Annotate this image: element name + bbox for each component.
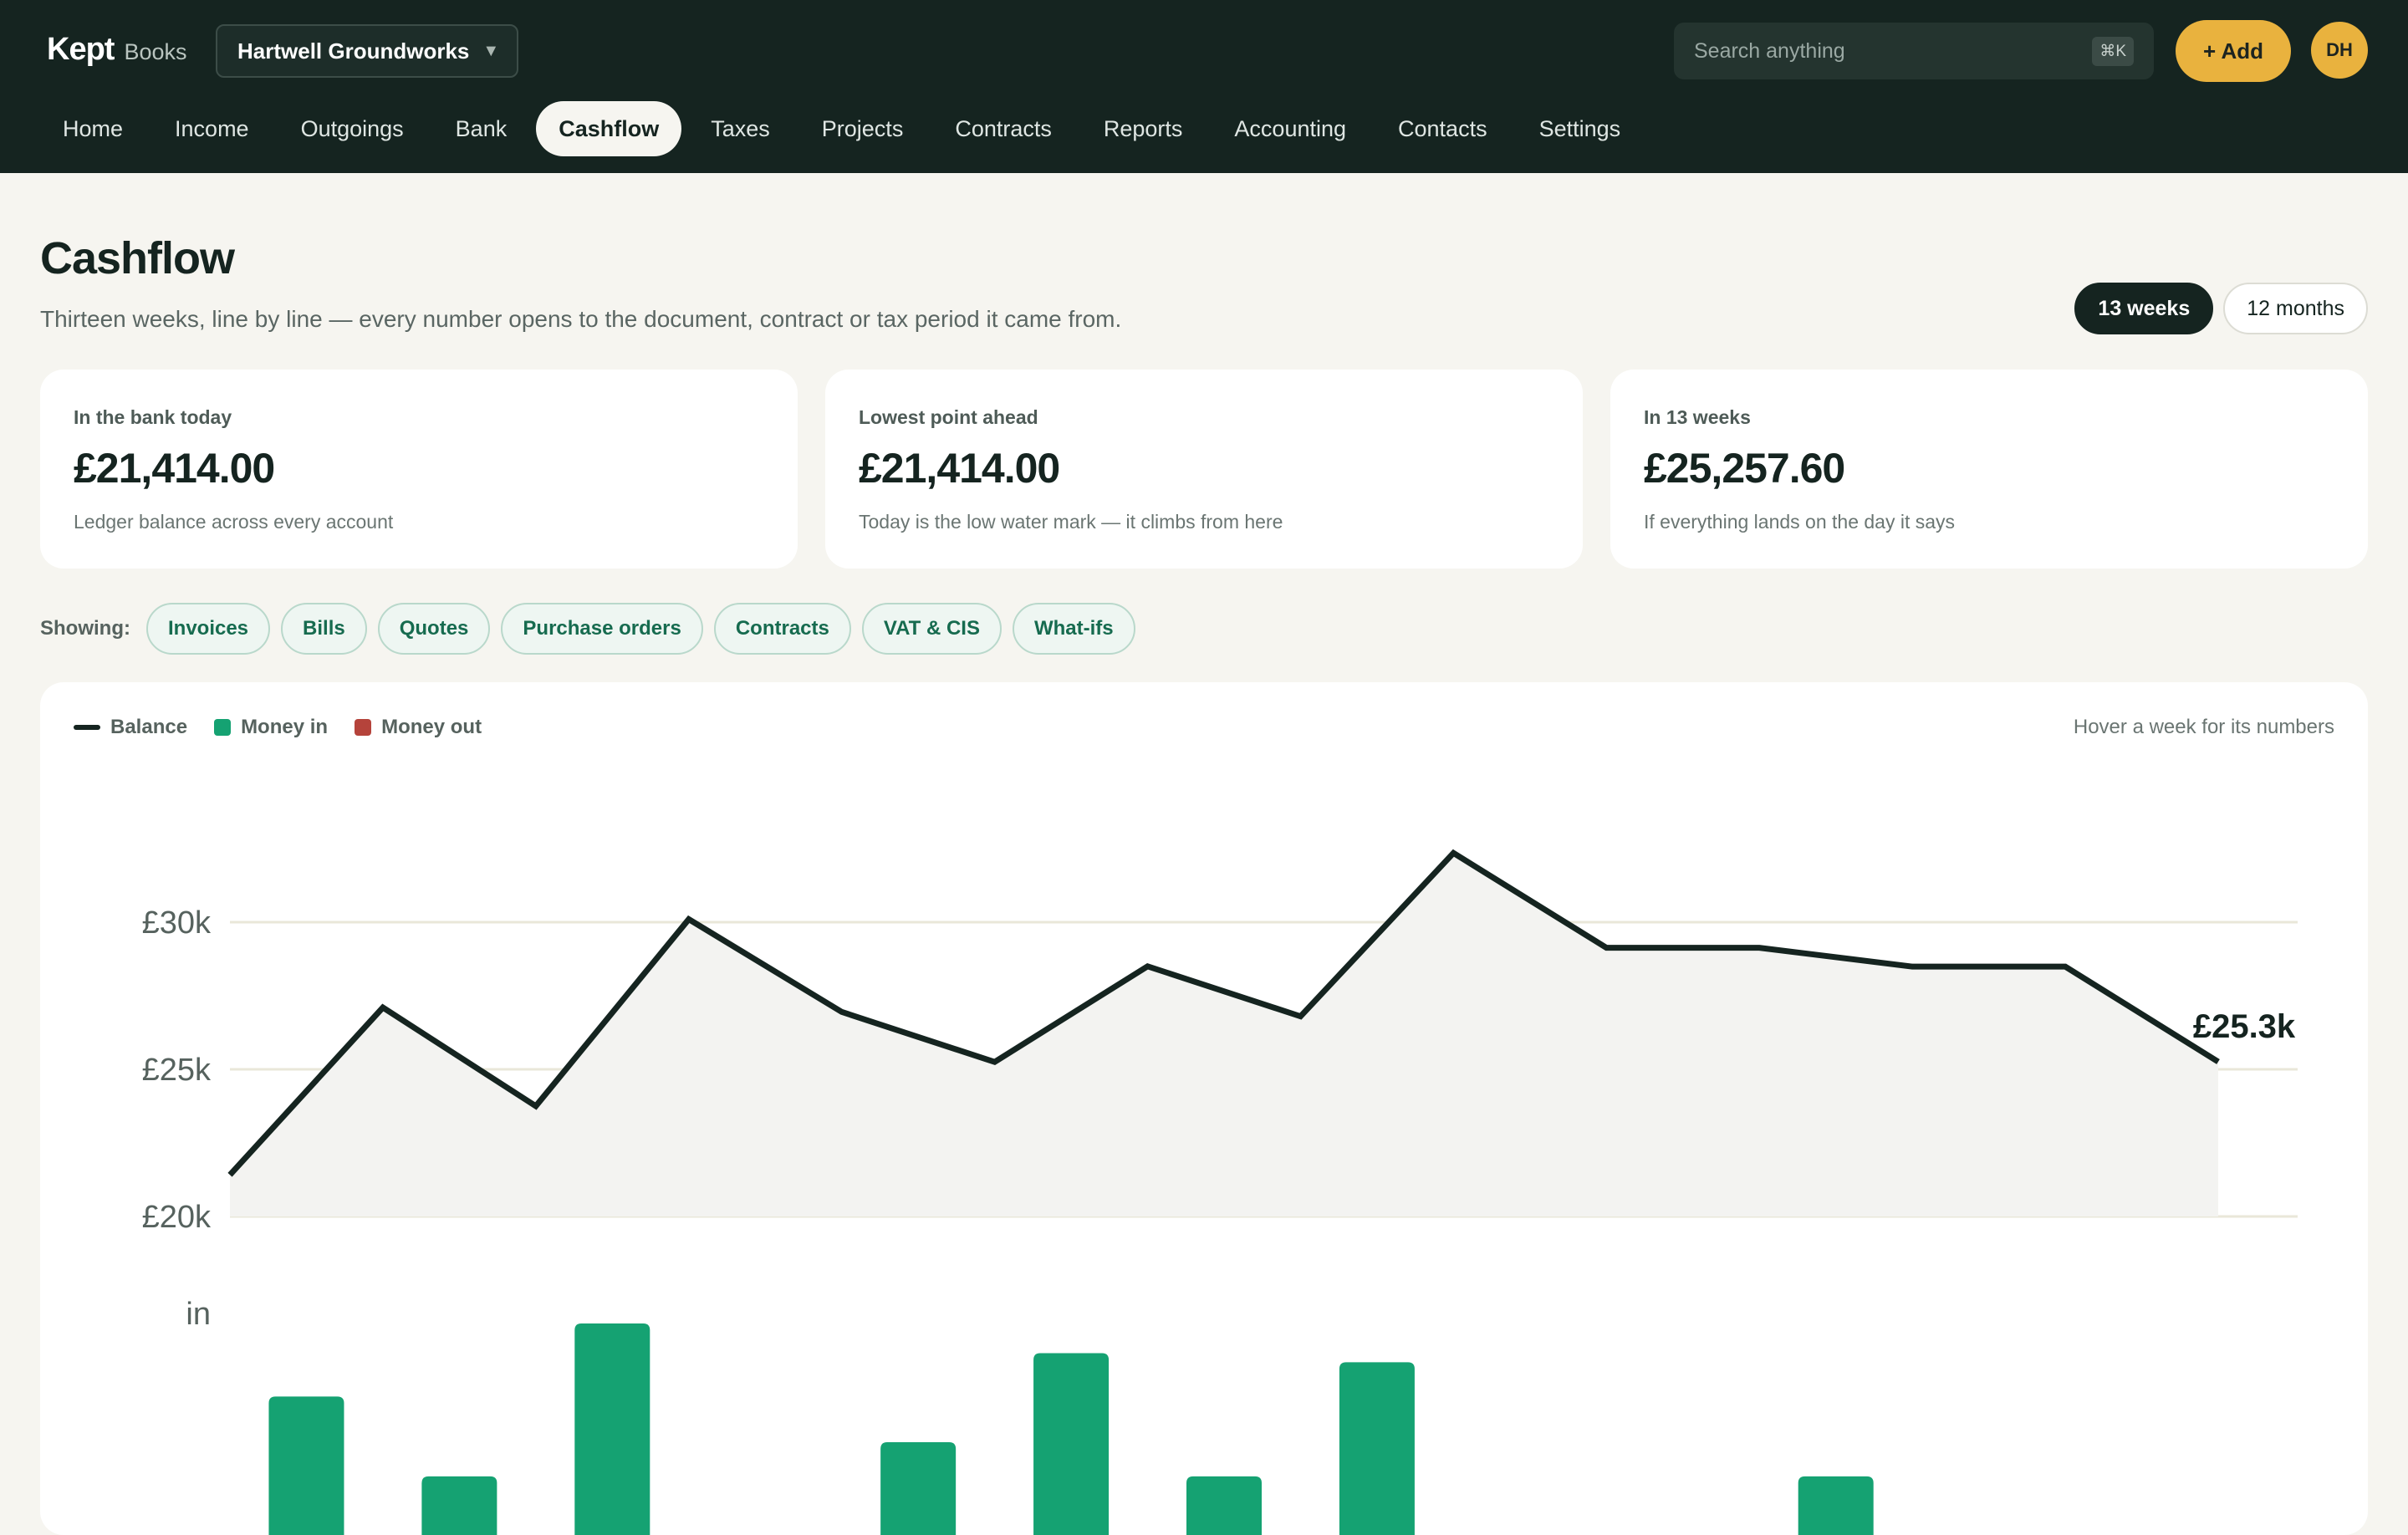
balance-swatch [74, 725, 100, 730]
stat-label: In the bank today [74, 406, 232, 428]
balance-point [225, 1170, 235, 1180]
top-bar: Kept Books Hartwell Groundworks ▼ ⌘K + A… [0, 0, 2408, 173]
stat-card-bank-today[interactable]: In the bank today £21,414.00 Ledger bala… [40, 370, 798, 569]
balance-point [1907, 961, 1917, 971]
organisation-selector[interactable]: Hartwell Groundworks ▼ [216, 24, 518, 78]
balance-point [1448, 848, 1458, 858]
search-shortcut-badge: ⌘K [2092, 36, 2134, 66]
filter-chip-contracts[interactable]: Contracts [713, 603, 851, 655]
stat-value: £25,257.60 [1644, 445, 1845, 492]
money-in-bar [1033, 1353, 1110, 1535]
balance-point [531, 1101, 541, 1111]
nav-item-taxes[interactable]: Taxes [688, 101, 793, 156]
filter-chip-vat-cis[interactable]: VAT & CIS [861, 603, 1002, 655]
chart-hover-hint: Hover a week for its numbers [2073, 716, 2334, 738]
logo-product: Books [124, 39, 187, 64]
balance-point [2060, 961, 2070, 971]
range-option-13-weeks[interactable]: 13 weeks [2074, 283, 2214, 334]
nav-item-reports[interactable]: Reports [1081, 101, 1206, 156]
nav-item-cashflow[interactable]: Cashflow [536, 101, 682, 156]
stat-card-in-13-weeks[interactable]: In 13 weeks £25,257.60 If everything lan… [1610, 370, 2368, 569]
y-tick-label: £25k [142, 1053, 212, 1088]
legend-money-in-label: Money in [241, 716, 329, 738]
cashflow-chart[interactable]: £20k £25k £30k £25.3k in [40, 682, 2368, 1535]
money-in-swatch [214, 719, 232, 736]
cashflow-chart-panel: £20k £25k £30k £25.3k in Balance Money in Mo… [40, 682, 2368, 1535]
page-title: Cashflow [40, 233, 235, 283]
y-tick-label: £20k [142, 1200, 212, 1235]
nav-item-projects[interactable]: Projects [799, 101, 926, 156]
balance-area [230, 853, 2218, 1216]
page-subtitle: Thirteen weeks, line by line — every num… [40, 306, 1122, 332]
nav-item-bank[interactable]: Bank [433, 101, 530, 156]
nav-item-contacts[interactable]: Contacts [1375, 101, 1510, 156]
balance-point [684, 914, 694, 924]
stat-card-lowest-point[interactable]: Lowest point ahead £21,414.00 Today is t… [825, 370, 1583, 569]
filter-chip-quotes[interactable]: Quotes [377, 603, 491, 655]
money-in-bar [574, 1323, 650, 1535]
balance-end-label: £25.3k [2193, 1008, 2296, 1045]
balance-point [1295, 1012, 1305, 1022]
filter-chip-bills[interactable]: Bills [281, 603, 367, 655]
legend-money-out-label: Money out [381, 716, 482, 738]
money-in-bar [1339, 1362, 1415, 1535]
y-tick-label: £30k [142, 905, 212, 941]
search-input[interactable] [1694, 38, 2093, 64]
chevron-down-icon: ▼ [482, 41, 500, 60]
legend-balance-label: Balance [110, 716, 188, 738]
chart-legend: Balance Money in Money out [74, 716, 482, 739]
range-option-12-months[interactable]: 12 months [2223, 283, 2368, 334]
nav-item-contracts[interactable]: Contracts [932, 101, 1074, 156]
nav-item-income[interactable]: Income [152, 101, 272, 156]
money-in-bar [268, 1396, 344, 1535]
money-in-bar [1798, 1476, 1874, 1535]
organisation-name: Hartwell Groundworks [237, 38, 470, 64]
app-logo[interactable]: Kept Books [47, 32, 187, 68]
stat-label: Lowest point ahead [859, 406, 1038, 428]
filter-chip-what-ifs[interactable]: What-ifs [1012, 603, 1135, 655]
stat-label: In 13 weeks [1644, 406, 1751, 428]
balance-point [378, 1002, 388, 1012]
stat-cards: In the bank today £21,414.00 Ledger bala… [40, 370, 2368, 569]
source-filters: Showing: Invoices Bills Quotes Purchase ord… [40, 602, 1135, 655]
filter-chip-invoices[interactable]: Invoices [145, 603, 271, 655]
balance-point [990, 1057, 1000, 1067]
nav-item-settings[interactable]: Settings [1517, 101, 1644, 156]
nav-item-outgoings[interactable]: Outgoings [278, 101, 426, 156]
user-avatar[interactable]: DH [2311, 22, 2368, 79]
money-out-swatch [355, 719, 372, 736]
money-in-bar [1186, 1476, 1262, 1535]
balance-point [1143, 961, 1153, 971]
legend-balance: Balance [74, 716, 187, 739]
stat-value: £21,414.00 [859, 445, 1060, 492]
balance-point [1601, 943, 1611, 953]
add-button[interactable]: + Add [2176, 20, 2291, 82]
main-nav: Home Income Outgoings Bank Cashflow Taxes Proj… [40, 101, 1643, 156]
range-toggle: 13 weeks 12 months [2074, 283, 2368, 334]
nav-item-accounting[interactable]: Accounting [1212, 101, 1369, 156]
stat-note: Ledger balance across every account [74, 511, 394, 533]
filter-chip-purchase-orders[interactable]: Purchase orders [501, 603, 703, 655]
legend-money-out: Money out [355, 716, 482, 739]
nav-item-home[interactable]: Home [40, 101, 145, 156]
legend-money-in: Money in [214, 716, 328, 739]
stat-note: If everything lands on the day it says [1644, 511, 1956, 533]
balance-point [1754, 943, 1764, 953]
stat-note: Today is the low water mark — it climbs … [859, 511, 1283, 533]
balance-point [2213, 1057, 2223, 1067]
money-in-row-label: in [186, 1297, 211, 1332]
money-in-bar [880, 1441, 957, 1535]
balance-point [837, 1007, 847, 1017]
global-search[interactable]: ⌘K [1674, 23, 2154, 79]
logo-wordmark: Kept [47, 32, 115, 67]
stat-value: £21,414.00 [74, 445, 275, 492]
filters-label: Showing: [40, 617, 130, 640]
money-in-bar [421, 1476, 497, 1535]
